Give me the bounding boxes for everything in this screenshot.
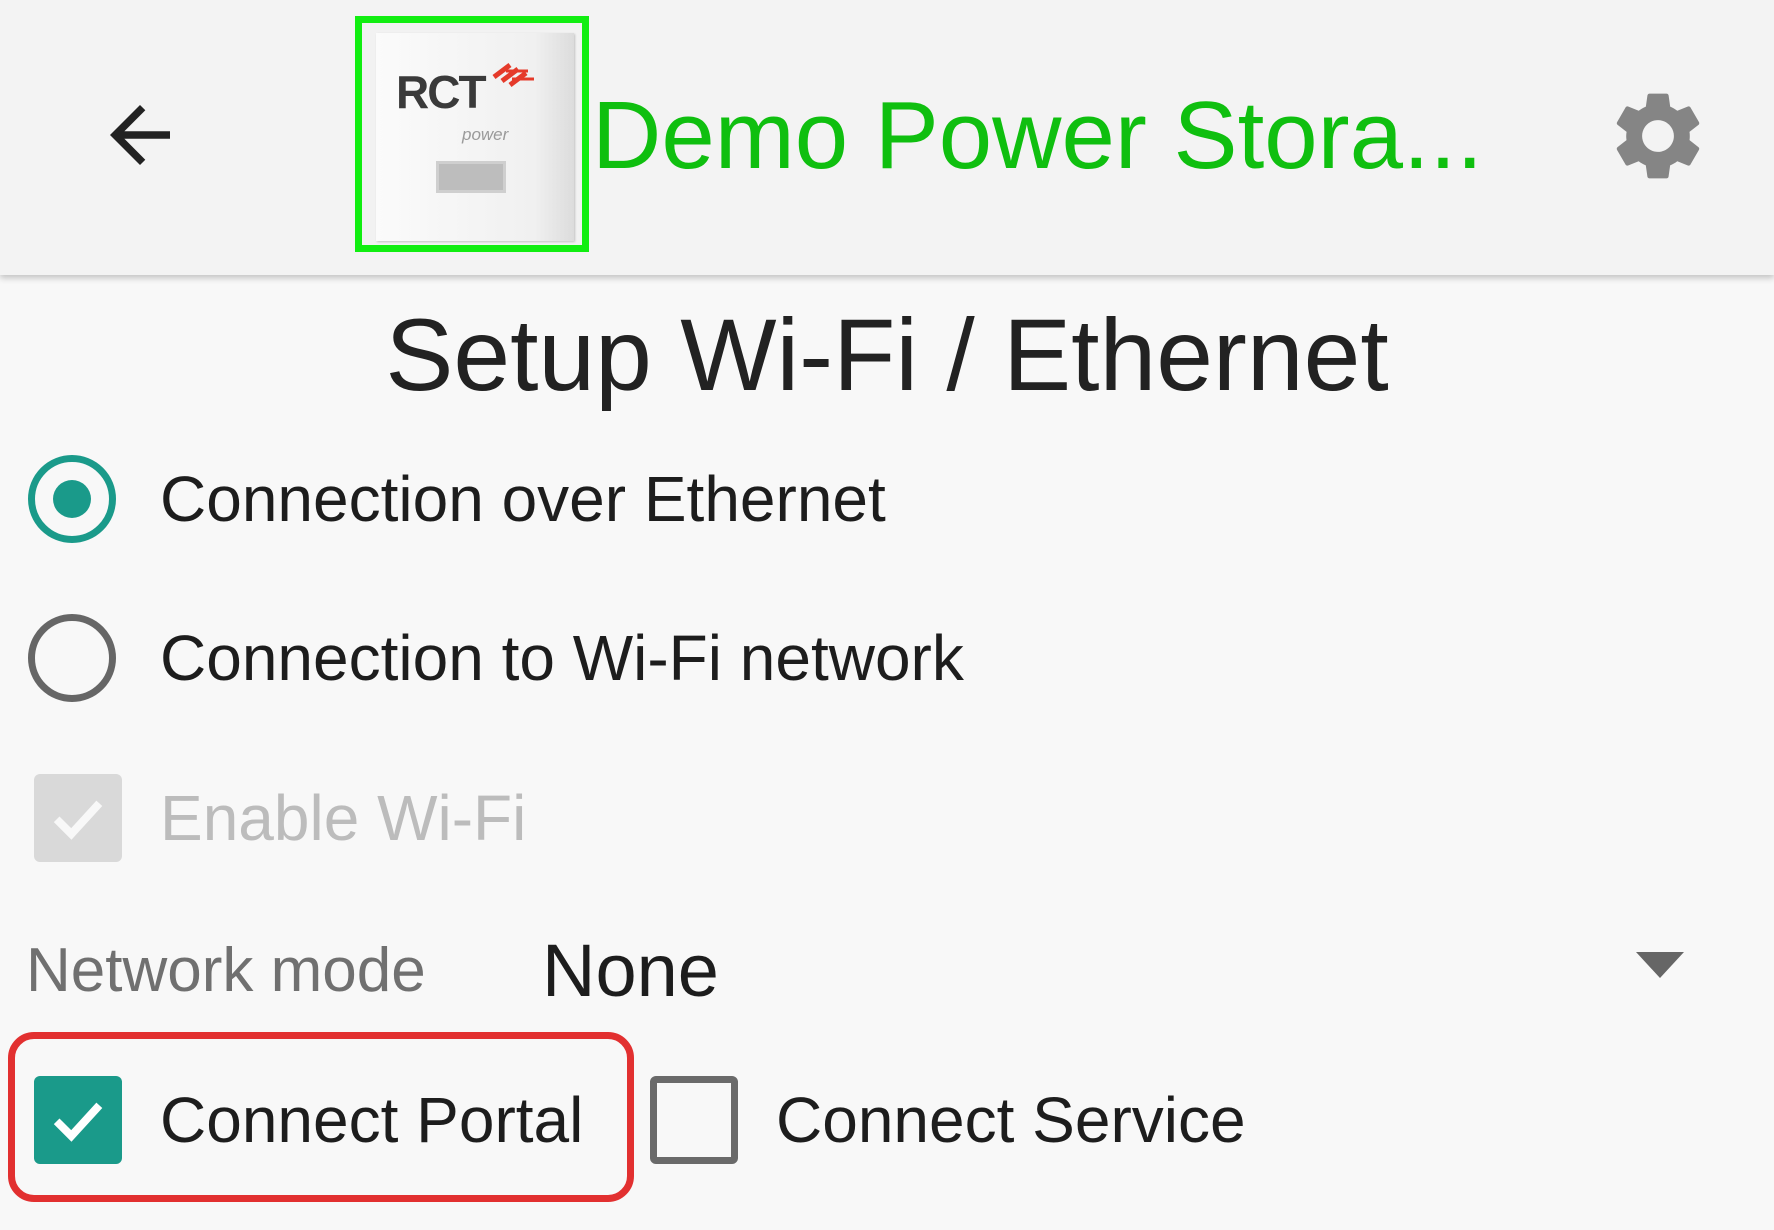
connect-portal-checkbox[interactable] [34,1076,122,1164]
back-button[interactable] [90,85,190,185]
gear-icon [1616,93,1700,179]
device-image[interactable]: RCT power [355,16,589,252]
network-mode-select[interactable]: None [542,928,719,1013]
arrow-left-icon [110,105,170,165]
network-mode-label: Network mode [26,936,426,1005]
check-icon [53,1102,103,1142]
settings-button[interactable] [1605,78,1711,194]
connect-portal-row[interactable]: Connect Portal [34,1076,583,1164]
radio-ethernet[interactable]: Connection over Ethernet [28,455,886,543]
enable-wifi-label: Enable Wi-Fi [160,782,527,854]
connect-portal-label: Connect Portal [160,1084,584,1156]
check-icon [53,800,103,840]
radio-wifi[interactable]: Connection to Wi-Fi network [28,614,964,702]
app-bar: RCT power Demo Power Stora... [0,0,1774,275]
device-display [436,161,506,193]
enable-wifi-checkbox-row: Enable Wi-Fi [34,774,526,862]
radio-button-unchecked[interactable] [28,614,116,702]
connect-service-label: Connect Service [776,1084,1246,1156]
connect-service-checkbox[interactable] [650,1076,738,1164]
device-photo: RCT power [376,33,574,241]
logo-brand-text: RCT [396,66,487,118]
radio-wifi-label: Connection to Wi-Fi network [160,622,964,694]
connect-service-row[interactable]: Connect Service [650,1076,1246,1164]
page-title: Setup Wi-Fi / Ethernet [385,298,1389,412]
radio-button-checked[interactable] [28,455,116,543]
enable-wifi-checkbox [34,774,122,862]
radio-ethernet-label: Connection over Ethernet [160,463,886,535]
device-title: Demo Power Stora... [592,82,1483,189]
logo-sub-text: power [462,125,509,144]
rct-logo-icon [492,63,534,87]
dropdown-arrow-icon[interactable] [1636,952,1684,978]
